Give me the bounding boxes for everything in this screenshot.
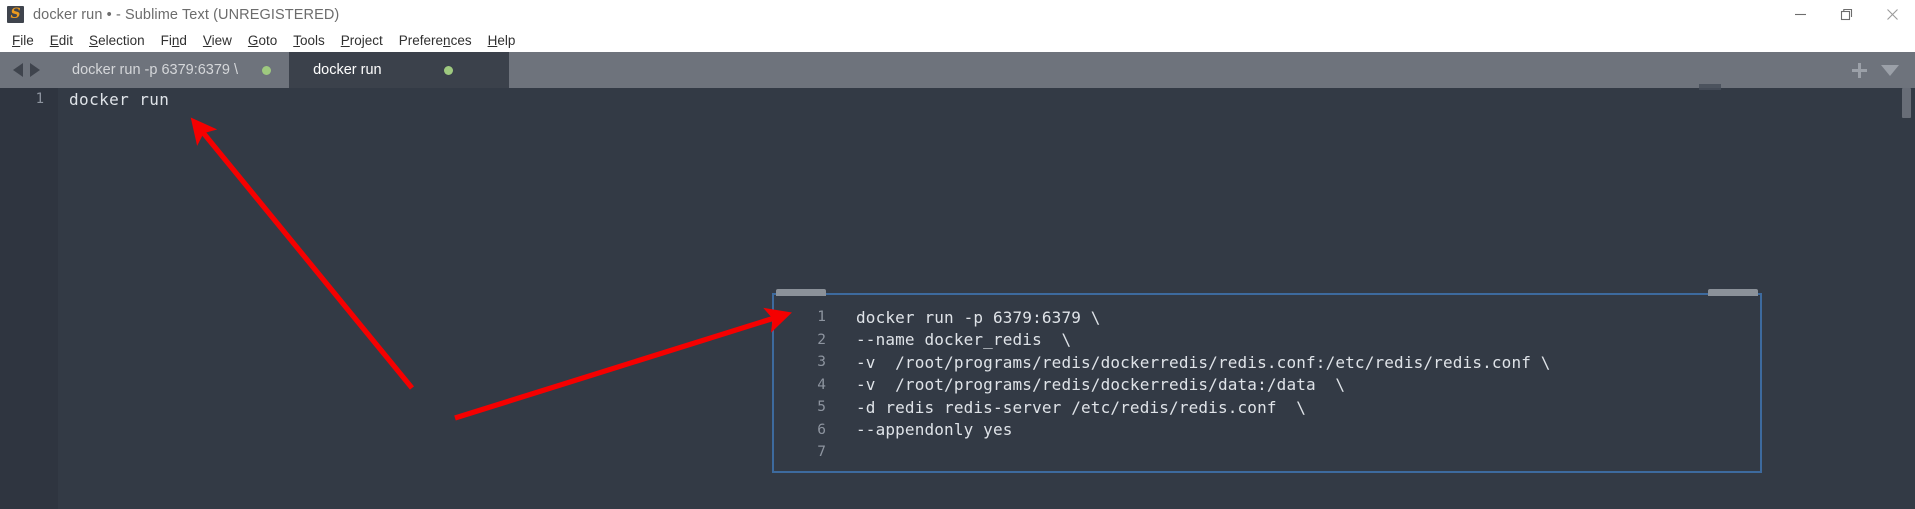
line-text: docker run bbox=[69, 89, 170, 109]
tab-label: docker run bbox=[313, 62, 382, 78]
line-text: --appendonly yes bbox=[856, 420, 1013, 440]
editor-area[interactable]: 1 docker run 1 docker run -p 6379:6379 \… bbox=[0, 84, 1915, 509]
menu-item-file[interactable]: File bbox=[4, 32, 42, 50]
tab-modified-dot-icon bbox=[443, 65, 453, 75]
menu-item-help[interactable]: Help bbox=[480, 32, 524, 50]
line-number: 6 bbox=[817, 421, 826, 438]
window-title: docker run • - Sublime Text (UNREGISTERE… bbox=[33, 6, 340, 23]
line-number: 5 bbox=[817, 399, 826, 416]
close-button[interactable] bbox=[1869, 0, 1915, 29]
minimize-button[interactable] bbox=[1777, 0, 1823, 29]
tab-docker-run[interactable]: docker run bbox=[289, 52, 510, 88]
tab-scroll-left-icon[interactable] bbox=[12, 63, 23, 77]
code-line: 3 -v /root/programs/redis/dockerredis/re… bbox=[774, 351, 1760, 374]
tab-docker-run-p[interactable]: docker run -p 6379:6379 \ bbox=[52, 52, 290, 88]
tab-modified-dot-icon bbox=[262, 65, 272, 75]
menu-item-tools[interactable]: Tools bbox=[285, 32, 333, 50]
code-line: 4 -v /root/programs/redis/dockerredis/da… bbox=[774, 374, 1760, 397]
title-bar: docker run • - Sublime Text (UNREGISTERE… bbox=[0, 0, 1915, 29]
menu-item-view[interactable]: View bbox=[195, 32, 240, 50]
vertical-scrollbar[interactable] bbox=[1902, 88, 1911, 118]
menu-item-edit[interactable]: Edit bbox=[42, 32, 81, 50]
line-number: 3 bbox=[817, 354, 826, 371]
menu-item-preferences[interactable]: Preferences bbox=[391, 32, 480, 50]
menu-bar: File Edit Selection Find View Goto Tools… bbox=[0, 29, 1915, 52]
code-line: 6 --appendonly yes bbox=[774, 419, 1760, 442]
chevron-down-icon[interactable] bbox=[1881, 64, 1899, 76]
code-line: 7 bbox=[774, 441, 1760, 464]
line-text: docker run -p 6379:6379 \ bbox=[856, 307, 1101, 327]
tab-nav-arrows[interactable] bbox=[0, 52, 52, 88]
line-text: -v /root/programs/redis/dockerredis/redi… bbox=[856, 352, 1551, 372]
menu-item-find[interactable]: Find bbox=[153, 32, 195, 50]
sublime-text-logo-icon bbox=[7, 5, 24, 23]
tab-bar: docker run -p 6379:6379 \ docker run bbox=[0, 52, 1915, 88]
line-number: 2 bbox=[817, 331, 826, 348]
line-number: 1 bbox=[35, 91, 44, 107]
editor-line: 1 docker run bbox=[0, 88, 169, 110]
line-number: 4 bbox=[817, 376, 826, 393]
line-number: 7 bbox=[817, 444, 826, 461]
highlighted-code-block: 1 docker run -p 6379:6379 \ 2 --name doc… bbox=[772, 289, 1762, 473]
code-line: 5 -d redis redis-server /etc/redis/redis… bbox=[774, 396, 1760, 419]
menu-item-selection[interactable]: Selection bbox=[81, 32, 153, 50]
tab-label: docker run -p 6379:6379 \ bbox=[72, 62, 239, 78]
menu-item-goto[interactable]: Goto bbox=[240, 32, 285, 50]
code-line: 2 --name docker_redis \ bbox=[774, 329, 1760, 352]
tab-scroll-right-icon[interactable] bbox=[29, 63, 40, 77]
new-tab-icon[interactable] bbox=[1852, 62, 1867, 78]
line-number: 1 bbox=[817, 309, 826, 326]
minimap-marker bbox=[1699, 84, 1721, 90]
menu-item-project[interactable]: Project bbox=[333, 32, 391, 50]
line-number-gutter bbox=[0, 88, 58, 509]
restore-button[interactable] bbox=[1823, 0, 1869, 29]
code-line: 1 docker run -p 6379:6379 \ bbox=[774, 306, 1760, 329]
window-controls bbox=[1777, 0, 1915, 29]
line-text: -d redis redis-server /etc/redis/redis.c… bbox=[856, 397, 1307, 417]
line-text: -v /root/programs/redis/dockerredis/data… bbox=[856, 375, 1346, 395]
tab-bar-actions bbox=[1852, 52, 1915, 88]
line-text: --name docker_redis \ bbox=[856, 330, 1072, 350]
